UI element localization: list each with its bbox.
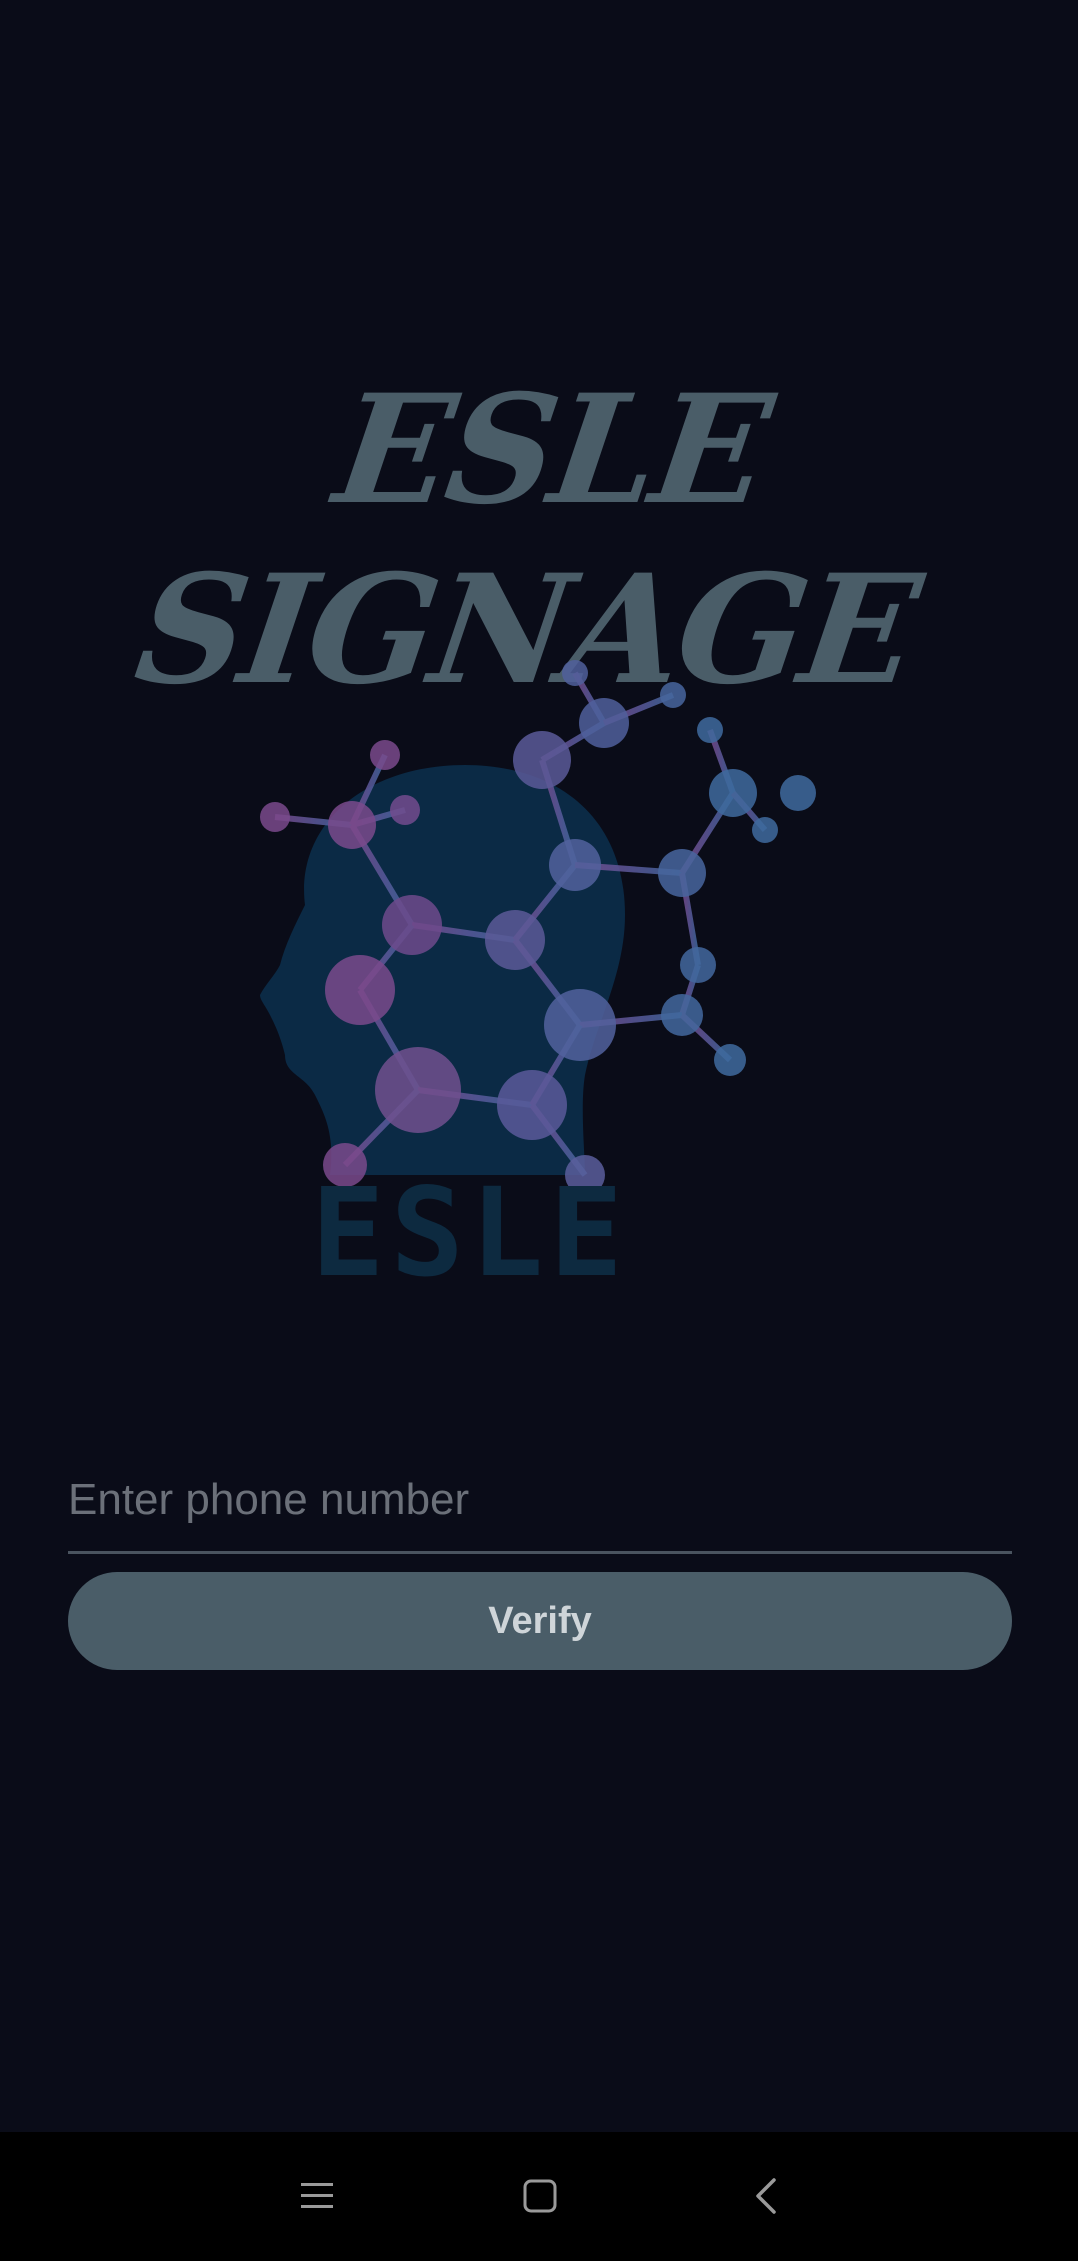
- molecule-atom: [370, 740, 400, 770]
- login-screen: ESLE SIGNAGE ESLE Enter phone number Ver…: [0, 0, 1078, 2261]
- molecule-atom: [328, 801, 376, 849]
- molecule-atom: [752, 817, 778, 843]
- molecule-atom: [714, 1044, 746, 1076]
- phone-number-input[interactable]: [68, 1448, 1012, 1554]
- molecule-atom: [562, 660, 588, 686]
- molecule-atom: [485, 910, 545, 970]
- home-icon[interactable]: [500, 2156, 580, 2236]
- molecule-atom: [497, 1070, 567, 1140]
- molecule-atom: [579, 698, 629, 748]
- molecule-atom: [382, 895, 442, 955]
- molecule-atom: [260, 802, 290, 832]
- molecule-atom: [697, 717, 723, 743]
- molecule-atom: [390, 795, 420, 825]
- molecule-atom: [658, 849, 706, 897]
- molecule-atom: [709, 769, 757, 817]
- logo-wordmark: ESLE: [311, 1162, 629, 1295]
- molecule-atom: [325, 955, 395, 1025]
- molecule-atom: [660, 682, 686, 708]
- system-nav-bar: [0, 2132, 1078, 2261]
- molecule-atom: [680, 947, 716, 983]
- menu-icon[interactable]: [277, 2156, 357, 2236]
- back-icon[interactable]: [726, 2156, 806, 2236]
- molecule-atom: [544, 989, 616, 1061]
- molecule-atom: [513, 731, 571, 789]
- esle-logo: ESLE: [260, 660, 816, 1295]
- verify-button[interactable]: Verify: [68, 1572, 1012, 1670]
- molecule-atom: [661, 994, 703, 1036]
- molecule-atom: [549, 839, 601, 891]
- molecule-atom: [375, 1047, 461, 1133]
- molecule-atom: [780, 775, 816, 811]
